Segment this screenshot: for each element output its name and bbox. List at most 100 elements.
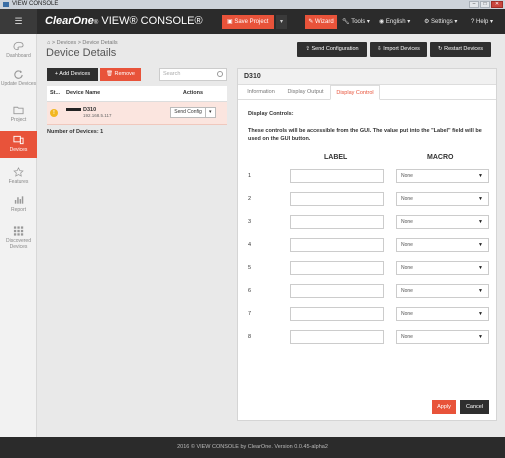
macro-select[interactable]: None ▼ bbox=[396, 330, 489, 344]
sidebar-item-update-devices[interactable]: Update Devices bbox=[0, 66, 37, 98]
sidebar-item-dashboard[interactable]: Dashboard bbox=[0, 38, 37, 63]
breadcrumb-text[interactable]: > Devices > Device Details bbox=[52, 40, 118, 46]
top-navbar: ☰ ClearOne® VIEW® CONSOLE® ▣ Save Projec… bbox=[0, 9, 505, 34]
search-placeholder: Search bbox=[163, 71, 181, 77]
macro-select[interactable]: None ▼ bbox=[396, 192, 489, 206]
macro-select[interactable]: None ▼ bbox=[396, 238, 489, 252]
trash-icon: 🗑︎ bbox=[106, 71, 115, 77]
column-device-name[interactable]: Device Name bbox=[63, 86, 159, 102]
add-devices-button[interactable]: + Add Devices bbox=[47, 68, 98, 81]
label-input[interactable] bbox=[290, 169, 384, 183]
device-thumbnail bbox=[66, 107, 81, 111]
close-icon[interactable]: ✕ bbox=[491, 1, 503, 8]
import-devices-label: Import Devices bbox=[383, 46, 420, 52]
brand-logo: ClearOne® VIEW® CONSOLE® bbox=[45, 14, 203, 30]
macro-value: None bbox=[401, 219, 413, 225]
star-icon bbox=[13, 167, 24, 177]
cancel-button[interactable]: Cancel bbox=[460, 400, 489, 414]
tab-display-output[interactable]: Display Output bbox=[283, 85, 328, 100]
device-name-cell[interactable]: D310 192.168.5.117 bbox=[63, 101, 159, 125]
chevron-down-icon: ▼ bbox=[478, 219, 483, 225]
save-project-button[interactable]: ▣ Save Project bbox=[222, 15, 274, 29]
row-number: 8 bbox=[248, 334, 252, 340]
sidebar-item-label: Discovered Devices bbox=[5, 238, 31, 250]
device-count: Number of Devices: 1 bbox=[47, 129, 104, 135]
folder-icon bbox=[13, 106, 24, 115]
send-configuration-label: Send Configuration bbox=[311, 46, 359, 52]
sidebar-item-project[interactable]: Project bbox=[0, 102, 37, 127]
label-input[interactable] bbox=[290, 238, 384, 252]
help-menu[interactable]: ? Help ▾ bbox=[471, 15, 493, 29]
actions-cell: Send Config ▾ bbox=[159, 101, 227, 125]
label-input[interactable] bbox=[290, 215, 384, 229]
macro-select[interactable]: None ▼ bbox=[396, 169, 489, 183]
macro-value: None bbox=[401, 311, 413, 317]
row-number: 3 bbox=[248, 219, 252, 225]
tab-display-control[interactable]: Display Control bbox=[330, 85, 380, 100]
macro-value: None bbox=[401, 173, 413, 179]
tools-menu[interactable]: 🔧︎ Tools ▾ bbox=[342, 15, 370, 29]
label-input[interactable] bbox=[290, 284, 384, 298]
brand-product: VIEW® CONSOLE® bbox=[101, 15, 203, 27]
macro-select[interactable]: None ▼ bbox=[396, 261, 489, 275]
send-config-button[interactable]: Send Config bbox=[170, 107, 206, 118]
macro-value: None bbox=[401, 265, 413, 271]
brand-mark: ® bbox=[93, 20, 99, 26]
language-label: English ▾ bbox=[385, 19, 411, 25]
macro-select[interactable]: None ▼ bbox=[396, 307, 489, 321]
hamburger-menu-icon[interactable]: ☰ bbox=[0, 9, 37, 34]
apply-button[interactable]: Apply bbox=[432, 400, 456, 414]
status-cell: ! bbox=[47, 101, 63, 125]
section-title: Display Controls: bbox=[248, 111, 294, 117]
macro-select[interactable]: None ▼ bbox=[396, 284, 489, 298]
label-input[interactable] bbox=[290, 330, 384, 344]
sidebar-item-label: Devices bbox=[9, 147, 28, 153]
sidebar-item-devices[interactable]: Devices bbox=[0, 131, 37, 158]
row-number: 6 bbox=[248, 288, 252, 294]
window-controls: – □ ✕ bbox=[469, 0, 503, 9]
send-configuration-button[interactable]: ⇪ Send Configuration bbox=[297, 42, 367, 57]
macro-value: None bbox=[401, 334, 413, 340]
row-number: 7 bbox=[248, 311, 252, 317]
label-input[interactable] bbox=[290, 261, 384, 275]
sidebar-item-features[interactable]: Features bbox=[0, 164, 37, 189]
settings-menu[interactable]: ⚙ Settings ▾ bbox=[424, 15, 457, 29]
device-name: D310 bbox=[83, 106, 97, 113]
device-detail-panel: D310 Information Display Output Display … bbox=[237, 68, 497, 421]
warning-icon: ! bbox=[50, 108, 58, 117]
section-description: These controls will be accessible from t… bbox=[248, 128, 482, 142]
globe-icon: ◉ bbox=[379, 19, 386, 25]
save-project-dropdown[interactable]: ▾ bbox=[276, 15, 287, 29]
macro-value: None bbox=[401, 288, 413, 294]
language-menu[interactable]: ◉ English ▾ bbox=[379, 15, 410, 29]
sidebar-item-discovered-devices[interactable]: Discovered Devices bbox=[0, 223, 37, 255]
remove-button[interactable]: 🗑︎ Remove bbox=[100, 68, 141, 81]
send-config-dropdown-icon[interactable]: ▾ bbox=[205, 107, 216, 118]
bar-chart-icon bbox=[14, 196, 24, 204]
row-number: 5 bbox=[248, 265, 252, 271]
label-input[interactable] bbox=[290, 192, 384, 206]
sidebar-item-label: Update Devices bbox=[0, 81, 37, 87]
macro-select[interactable]: None ▼ bbox=[396, 215, 489, 229]
import-devices-button[interactable]: ⇩ Import Devices bbox=[370, 42, 427, 57]
table-row[interactable]: ! D310 192.168.5.117 Send Config ▾ bbox=[47, 101, 227, 125]
page-title: Device Details bbox=[46, 47, 117, 59]
column-status[interactable]: St... bbox=[47, 86, 63, 102]
sidebar-item-label: Project bbox=[10, 117, 27, 123]
restart-devices-button[interactable]: ↻ Restart Devices bbox=[430, 42, 491, 57]
search-icon bbox=[217, 71, 223, 77]
detail-tabs: Information Display Output Display Contr… bbox=[238, 85, 496, 100]
chevron-down-icon: ▼ bbox=[478, 242, 483, 248]
search-input[interactable]: Search bbox=[159, 68, 227, 81]
gear-icon: ⚙ bbox=[424, 19, 432, 25]
palette-icon bbox=[13, 41, 24, 51]
minimize-icon[interactable]: – bbox=[469, 1, 479, 8]
row-number: 4 bbox=[248, 242, 252, 248]
maximize-icon[interactable]: □ bbox=[480, 1, 490, 8]
sidebar-item-report[interactable]: Report bbox=[0, 192, 37, 217]
wizard-button[interactable]: ✎ Wizard bbox=[305, 15, 337, 29]
label-input[interactable] bbox=[290, 307, 384, 321]
tab-information[interactable]: Information bbox=[241, 85, 281, 100]
footer: 2016 © VIEW CONSOLE by ClearOne. Version… bbox=[0, 437, 505, 458]
brand-name: ClearOne bbox=[45, 15, 94, 27]
